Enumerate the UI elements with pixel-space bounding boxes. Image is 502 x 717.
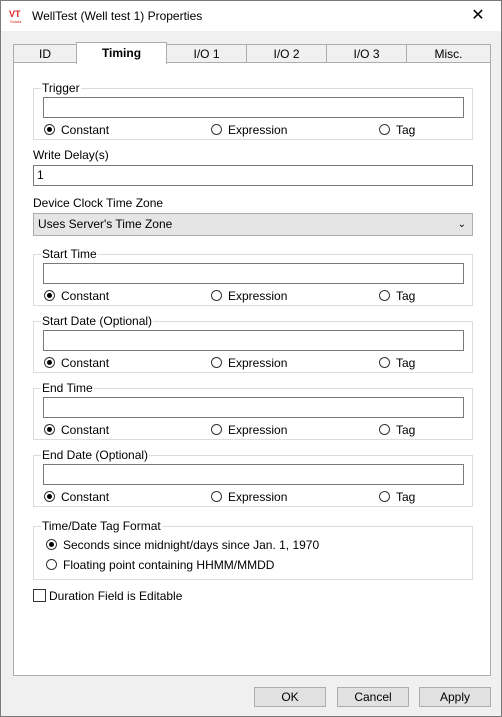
end-date-title: End Date (Optional) [41,448,150,462]
radio-circle [211,357,222,368]
duration-editable-label: Duration Field is Editable [49,589,183,603]
trigger-group: Trigger Constant Expression Tag [33,81,473,140]
radio-label: Tag [396,123,416,137]
radio-label: Expression [228,123,288,137]
tag-format-title: Time/Date Tag Format [41,519,162,533]
radio-label: Constant [61,289,110,303]
end-time-group: End Time Constant Expression Tag [33,381,473,440]
radio-label: Constant [61,356,110,370]
radio-label: Constant [61,123,110,137]
tab-io-2[interactable]: I/O 2 [246,44,327,62]
radio-selected-indicator [46,539,57,550]
radio-label: Tag [396,356,416,370]
end-time-input[interactable] [43,397,464,418]
start-time-title: Start Time [41,247,98,261]
radio-selected-indicator [44,424,55,435]
close-icon[interactable]: ✕ [455,1,501,31]
radio-circle [379,424,390,435]
start-time-input[interactable] [43,263,464,284]
radio-selected-indicator [44,491,55,502]
radio-label: Expression [228,356,288,370]
radio-circle [379,357,390,368]
radio-label: Expression [228,289,288,303]
tab-misc[interactable]: Misc. [406,44,491,62]
start-date-group: Start Date (Optional) Constant Expressio… [33,314,473,373]
end-date-group: End Date (Optional) Constant Expression … [33,448,473,507]
radio-label: Expression [228,490,288,504]
tab-timing[interactable]: Timing [76,42,167,64]
title-bar: VT Scada WellTest (Well test 1) Properti… [1,1,501,31]
apply-button[interactable]: Apply [419,687,491,707]
start-date-input[interactable] [43,330,464,351]
radio-label: Constant [61,423,110,437]
trigger-title: Trigger [41,81,81,95]
radio-label: Seconds since midnight/days since Jan. 1… [63,538,320,552]
vtscada-logo-icon: VT Scada [9,9,25,24]
radio-circle [211,290,222,301]
radio-circle [379,290,390,301]
tab-io-1[interactable]: I/O 1 [166,44,247,62]
radio-label: Constant [61,490,110,504]
radio-label: Tag [396,490,416,504]
radio-circle [211,424,222,435]
start-date-title: Start Date (Optional) [41,314,154,328]
write-delay-input[interactable]: 1 [33,165,473,186]
radio-label: Tag [396,423,416,437]
radio-selected-indicator [44,290,55,301]
radio-selected-indicator [44,357,55,368]
radio-label: Tag [396,289,416,303]
radio-circle [211,124,222,135]
end-time-title: End Time [41,381,94,395]
tab-strip: ID Timing I/O 1 I/O 2 I/O 3 Misc. [13,42,491,64]
end-date-input[interactable] [43,464,464,485]
radio-label: Expression [228,423,288,437]
radio-label: Floating point containing HHMM/MMDD [63,558,275,572]
radio-circle [46,559,57,570]
svg-text:VT: VT [9,9,21,19]
radio-selected-indicator [44,124,55,135]
timing-tab-page: Trigger Constant Expression Tag Write De… [13,62,491,676]
time-zone-select[interactable]: Uses Server's Time Zone ⌄ [33,213,473,236]
start-time-group: Start Time Constant Expression Tag [33,247,473,306]
write-delay-label: Write Delay(s) [33,148,109,162]
trigger-input[interactable] [43,97,464,118]
radio-circle [211,491,222,502]
tab-id[interactable]: ID [13,44,77,62]
svg-text:Scada: Scada [10,19,22,24]
window-title: WellTest (Well test 1) Properties [32,9,203,23]
radio-circle [379,491,390,502]
cancel-button[interactable]: Cancel [337,687,409,707]
properties-dialog: VT Scada WellTest (Well test 1) Properti… [0,0,502,717]
time-zone-selected: Uses Server's Time Zone [38,217,173,231]
chevron-down-icon: ⌄ [457,219,466,230]
tab-io-3[interactable]: I/O 3 [326,44,407,62]
checkbox-box [33,589,46,602]
ok-button[interactable]: OK [254,687,326,707]
radio-circle [379,124,390,135]
time-zone-label: Device Clock Time Zone [33,196,164,210]
tag-format-group: Time/Date Tag Format Seconds since midni… [33,519,473,580]
